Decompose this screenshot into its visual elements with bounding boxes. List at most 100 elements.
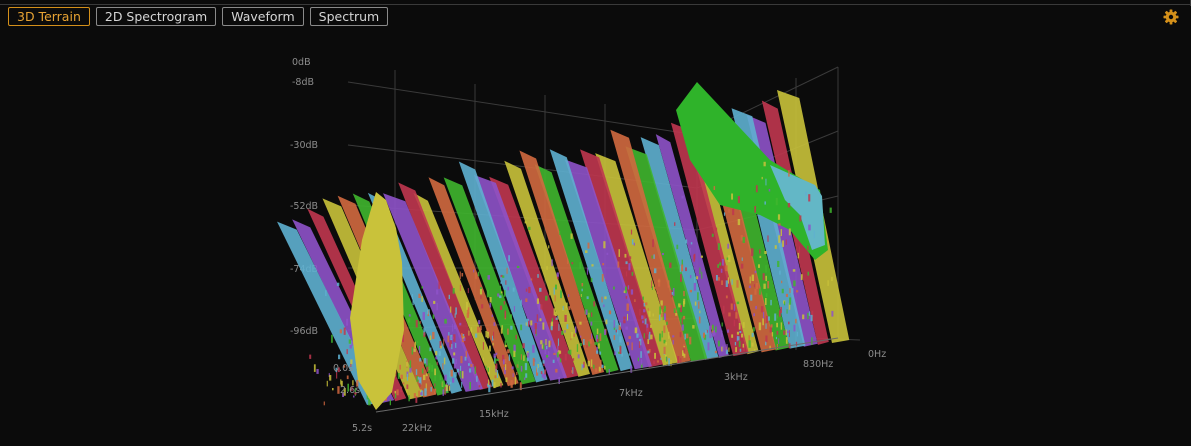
terrain-speck [596,350,599,354]
terrain-speck [489,302,492,308]
terrain-speck [468,363,470,366]
terrain-speck [831,310,834,317]
terrain-speck [656,360,659,363]
terrain-speck [439,375,442,381]
terrain-speck [751,274,754,281]
terrain-speck [660,357,662,360]
terrain-speck [765,298,767,305]
terrain-speck [461,333,463,338]
terrain-speck [741,333,744,338]
terrain-speck [721,259,724,266]
terrain-speck [514,376,516,385]
terrain-speck [597,339,599,343]
terrain-speck [742,343,745,348]
terrain-speck [399,364,401,370]
terrain-speck [558,323,560,331]
terrain-speck [586,345,588,348]
terrain-speck [666,321,668,325]
terrain-speck [807,312,809,320]
terrain-speck [594,342,597,346]
terrain-speck [728,209,730,213]
terrain-speck [686,333,689,339]
terrain-speck [544,369,546,375]
terrain-speck [428,373,430,381]
terrain-speck [570,233,573,239]
terrain-speck [452,323,454,332]
terrain-speck [748,285,751,288]
terrain-speck [740,235,743,241]
terrain-speck [653,254,655,259]
terrain-speck [644,318,647,325]
terrain-speck [646,327,649,335]
terrain-speck [683,347,685,353]
terrain-speck [681,317,683,324]
terrain-speck [675,313,678,316]
terrain-speck [770,299,772,306]
terrain-speck [513,306,515,312]
terrain-speck [481,304,484,309]
terrain-speck [661,330,663,338]
terrain-speck [634,299,636,302]
terrain-speck [684,333,686,340]
terrain-speck [755,282,759,290]
terrain-speck [767,316,770,321]
terrain-speck [717,264,719,268]
terrain-speck [554,295,556,302]
terrain-speck [459,271,461,280]
terrain-speck [522,343,525,349]
terrain-speck [642,296,644,300]
time-tick-label: 0.0s [333,363,353,374]
terrain-speck [660,300,663,306]
terrain-speck [770,324,773,328]
terrain-speck [720,268,723,273]
terrain-speck [668,331,670,339]
terrain-speck [693,283,697,291]
terrain-speck [654,268,657,274]
terrain-speck [796,331,798,337]
terrain-speck [507,349,510,354]
terrain-speck [737,336,740,341]
terrain-speck [478,385,481,388]
terrain-speck [466,312,469,318]
terrain-speck [545,295,548,301]
terrain-speck [346,349,348,355]
terrain-speck [530,320,533,326]
terrain-speck [435,351,438,356]
terrain-speck [568,294,570,297]
terrain-speck [444,374,447,381]
terrain-speck [460,365,462,371]
terrain-speck [565,302,568,309]
terrain-speck [780,229,782,236]
terrain-speck [788,228,791,236]
terrain-speck [754,206,756,213]
terrain-speck [546,265,548,271]
terrain-speck [448,294,450,300]
terrain-speck [651,286,653,290]
terrain-speck [474,366,476,374]
terrain-speck [448,332,450,336]
terrain-speck [689,275,692,279]
terrain-speck [525,373,528,378]
terrain-speck [732,208,735,216]
terrain-speck [452,377,455,383]
terrain-speck [557,358,559,362]
terrain-speck [518,373,521,381]
terrain-speck [456,368,460,373]
terrain-speck [480,295,482,299]
terrain-speck [799,246,800,254]
terrain-speck [625,261,628,265]
terrain-speck [808,224,811,231]
terrain-speck [461,273,464,277]
terrain-speck [502,275,505,278]
terrain-speck [613,286,615,290]
frequency-tick-label: 0Hz [868,349,886,360]
terrain-speck [608,369,610,375]
terrain-speck [421,368,424,374]
terrain-speck [442,389,444,396]
terrain-speck [432,331,435,339]
terrain-speck [616,329,619,335]
terrain-speck [727,277,729,284]
terrain-speck [782,240,784,247]
terrain-speck [724,212,726,216]
terrain-speck [614,351,616,356]
